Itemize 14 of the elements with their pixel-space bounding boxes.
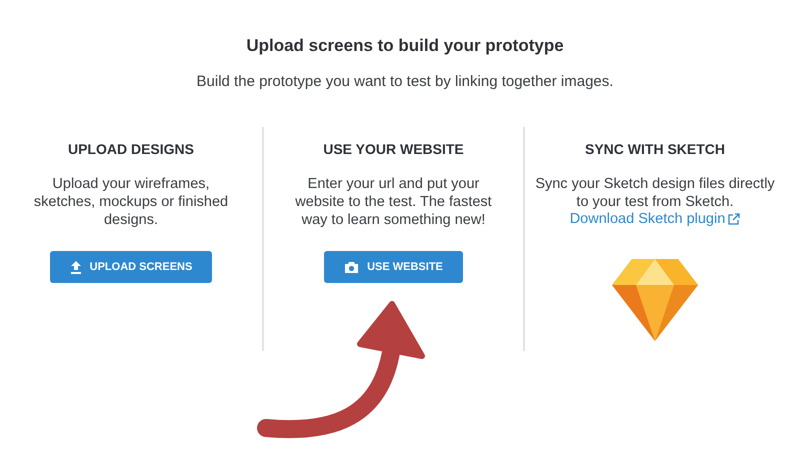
option-button[interactable]: UPLOAD SCREENS <box>50 251 212 283</box>
camera-icon <box>344 260 360 274</box>
upload-icon <box>70 260 82 274</box>
option-description: Upload your wireframes, sketches, mockups or finished designs. <box>32 175 230 229</box>
option-description: Enter your url and put your website to the test. The fastest way to learn something new! <box>294 175 493 229</box>
download-link[interactable]: Download Sketch plugin <box>570 211 726 227</box>
page-title: Upload screens to build your prototype <box>246 36 564 56</box>
external-link-icon <box>728 213 740 225</box>
option-heading: SYNC WITH SKETCH <box>585 141 725 157</box>
option-button[interactable]: USE WEBSITE <box>324 251 463 283</box>
option-heading: USE YOUR WEBSITE <box>323 141 464 157</box>
option-heading: UPLOAD DESIGNS <box>68 141 194 157</box>
option-description: Sync your Sketch design files directly to your test from Sketch. <box>535 175 775 211</box>
page-subtitle: Build the prototype you want to test by linking together images. <box>196 73 614 90</box>
